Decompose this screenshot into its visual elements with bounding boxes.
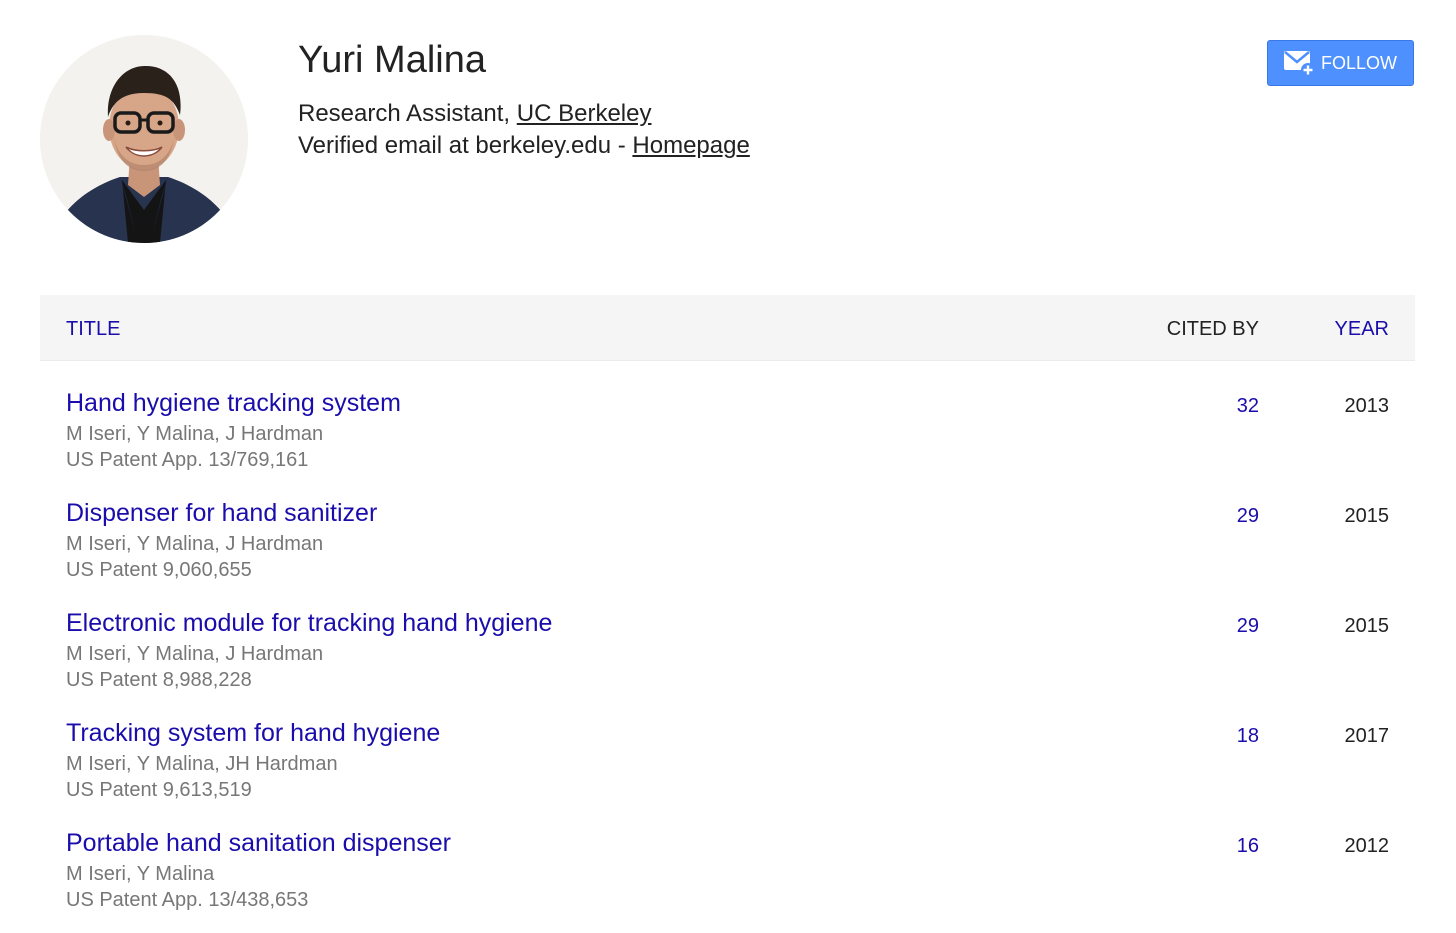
profile-email-line: Verified email at berkeley.edu - Homepag… [298, 130, 750, 162]
publication-authors: M Iseri, Y Malina, JH Hardman [66, 753, 338, 775]
publication-venue: US Patent 8,988,228 [66, 669, 252, 691]
affiliation-link[interactable]: UC Berkeley [517, 100, 652, 127]
publication-year: 2017 [1344, 725, 1390, 747]
cited-by-count-link[interactable]: 29 [1237, 613, 1259, 639]
profile-name: Yuri Malina [298, 39, 486, 81]
publication-title-link[interactable]: Dispenser for hand sanitizer [66, 498, 377, 528]
verified-email-text: Verified email at berkeley.edu - [298, 132, 633, 159]
follow-button[interactable]: FOLLOW [1267, 40, 1414, 86]
profile-info: Yuri Malina Research Assistant, UC Berke… [298, 38, 750, 162]
table-row: Tracking system for hand hygiene M Iseri… [40, 715, 1415, 825]
email-plus-icon [1283, 48, 1315, 78]
cited-by-count-link[interactable]: 18 [1237, 723, 1259, 749]
cited-by-header: CITED BY [1166, 318, 1259, 340]
publications-list: Hand hygiene tracking system M Iseri, Y … [40, 385, 1415, 933]
publication-title-link[interactable]: Hand hygiene tracking system [66, 388, 401, 418]
publication-authors: M Iseri, Y Malina, J Hardman [66, 643, 324, 665]
table-row: Dispenser for hand sanitizer M Iseri, Y … [40, 495, 1415, 605]
profile-photo [40, 35, 248, 243]
publication-year: 2012 [1344, 835, 1390, 857]
cited-by-count-link[interactable]: 29 [1237, 503, 1259, 529]
sort-by-title-header[interactable]: TITLE [66, 317, 120, 341]
profile-affiliation-line: Research Assistant, UC Berkeley [298, 98, 750, 130]
publications-table-header: TITLE CITED BY YEAR [40, 295, 1415, 361]
table-row: Electronic module for tracking hand hygi… [40, 605, 1415, 715]
profile-role: Research Assistant, [298, 100, 517, 127]
publication-venue: US Patent App. 13/769,161 [66, 449, 309, 471]
profile-avatar [40, 35, 248, 243]
publication-title-link[interactable]: Portable hand sanitation dispenser [66, 828, 451, 858]
publication-title-link[interactable]: Electronic module for tracking hand hygi… [66, 608, 552, 638]
homepage-link[interactable]: Homepage [632, 132, 749, 159]
publication-year: 2015 [1344, 615, 1390, 637]
sort-by-year-header[interactable]: YEAR [1335, 317, 1389, 341]
publication-title-link[interactable]: Tracking system for hand hygiene [66, 718, 440, 748]
cited-by-count-link[interactable]: 16 [1237, 833, 1259, 859]
follow-label: FOLLOW [1321, 52, 1398, 73]
publication-year: 2015 [1344, 505, 1390, 527]
publication-authors: M Iseri, Y Malina [66, 863, 215, 885]
publication-year: 2013 [1344, 395, 1390, 417]
publication-authors: M Iseri, Y Malina, J Hardman [66, 423, 324, 445]
publication-venue: US Patent 9,613,519 [66, 779, 252, 801]
publication-authors: M Iseri, Y Malina, J Hardman [66, 533, 324, 555]
scholar-profile-page: Yuri Malina Research Assistant, UC Berke… [0, 0, 1456, 933]
publication-venue: US Patent App. 13/438,653 [66, 889, 309, 911]
publication-venue: US Patent 9,060,655 [66, 559, 252, 581]
cited-by-count-link[interactable]: 32 [1237, 393, 1259, 419]
table-row: Hand hygiene tracking system M Iseri, Y … [40, 385, 1415, 495]
table-row: Portable hand sanitation dispenser M Ise… [40, 825, 1415, 933]
